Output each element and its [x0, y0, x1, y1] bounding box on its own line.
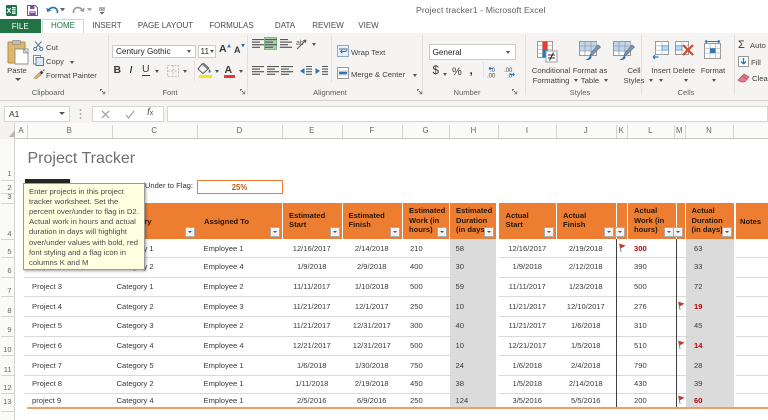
svg-text:ab: ab — [296, 40, 304, 47]
svg-text:.00: .00 — [487, 74, 496, 79]
